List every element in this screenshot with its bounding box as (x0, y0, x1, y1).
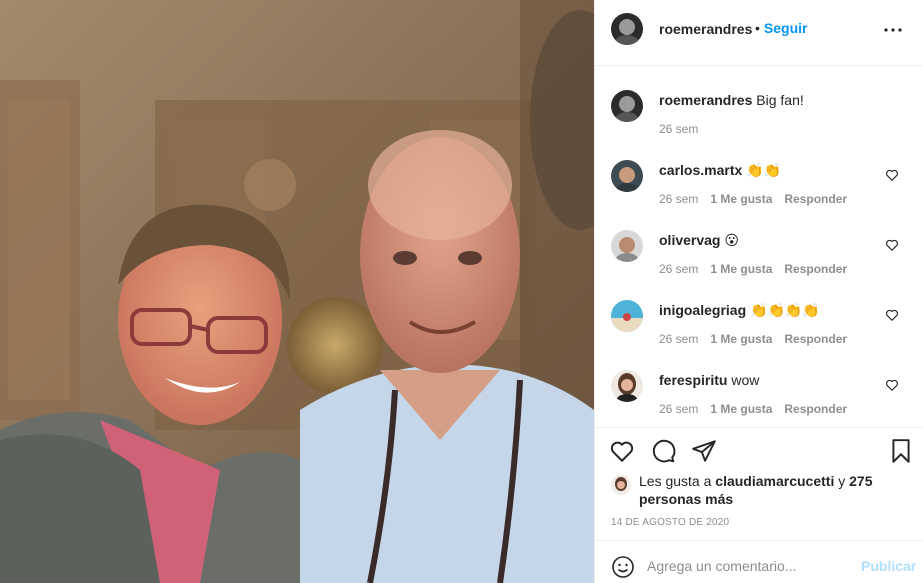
commenter-avatar[interactable] (611, 160, 643, 192)
comment-input[interactable] (647, 553, 847, 579)
comment-body: Big fan! (756, 92, 804, 108)
post-date[interactable]: 14 DE AGOSTO DE 2020 (611, 517, 729, 528)
post-header: roemerandres • Seguir (595, 0, 923, 66)
commenter-avatar[interactable] (611, 230, 643, 262)
comment-username[interactable]: carlos.martx (659, 162, 742, 178)
likes-joiner: y (838, 473, 846, 489)
share-paper-plane-icon[interactable] (691, 438, 717, 464)
comment-meta: 26 sem 1 Me gusta Responder (659, 402, 859, 416)
comment-text: olivervag 😮 (659, 232, 739, 249)
list-item: ferespiritu wow 26 sem 1 Me gusta Responde… (595, 364, 923, 427)
commenter-avatar[interactable] (611, 90, 643, 122)
list-item: carlos.martx 👏👏 26 sem 1 Me gusta Responde… (595, 154, 923, 224)
heart-icon[interactable] (885, 168, 899, 182)
list-item: roemerandres Big fan! 26 sem (595, 84, 923, 154)
separator-dot: • (755, 20, 760, 36)
comments-list[interactable]: roemerandres Big fan! 26 sem carlos.mart… (595, 66, 923, 427)
comment-meta: 26 sem 1 Me gusta Responder (659, 332, 859, 346)
post-photo-image (0, 0, 594, 583)
publish-button[interactable]: Publicar (861, 558, 916, 574)
likes-prefix: Les gusta a (639, 473, 712, 489)
liker-username[interactable]: claudiamarcucetti (715, 473, 834, 489)
comment-text: roemerandres Big fan! (659, 92, 804, 108)
reply-button[interactable]: Responder (784, 402, 847, 416)
comment-time[interactable]: 26 sem (659, 402, 698, 416)
emoji-icon[interactable] (611, 555, 635, 579)
reply-button[interactable]: Responder (784, 192, 847, 206)
post-photo[interactable] (0, 0, 594, 583)
comment-time[interactable]: 26 sem (659, 192, 698, 206)
follow-label: Seguir (763, 20, 808, 36)
comment-bubble-icon[interactable] (650, 438, 676, 464)
comment-body: wow (731, 372, 760, 388)
commenter-avatar[interactable] (611, 300, 643, 332)
author-username[interactable]: roemerandres (659, 21, 752, 37)
comment-text: carlos.martx 👏👏 (659, 162, 781, 179)
comment-username[interactable]: inigoalegriag (659, 302, 746, 318)
add-comment-bar: Publicar (595, 540, 923, 583)
like-heart-icon[interactable] (609, 438, 635, 464)
comment-username[interactable]: roemerandres (659, 92, 752, 108)
comment-meta: 26 sem (659, 122, 710, 136)
list-item: olivervag 😮 26 sem 1 Me gusta Responder (595, 224, 923, 294)
reply-button[interactable]: Responder (784, 332, 847, 346)
comment-likes[interactable]: 1 Me gusta (710, 332, 772, 346)
comment-body: 👏👏👏👏 (750, 302, 820, 318)
post-details-panel: roemerandres • Seguir roemerandres Big fa… (594, 0, 923, 583)
comment-time[interactable]: 26 sem (659, 262, 698, 276)
commenter-avatar[interactable] (611, 370, 643, 402)
comment-time[interactable]: 26 sem (659, 122, 698, 136)
comment-text: inigoalegriag 👏👏👏👏 (659, 302, 820, 319)
comment-meta: 26 sem 1 Me gusta Responder (659, 192, 859, 206)
comment-meta: 26 sem 1 Me gusta Responder (659, 262, 859, 276)
comment-username[interactable]: ferespiritu (659, 372, 727, 388)
follow-button[interactable]: • Seguir (755, 20, 807, 36)
comment-time[interactable]: 26 sem (659, 332, 698, 346)
likes-text: Les gusta a claudiamarcucetti y 275 pers… (639, 472, 899, 508)
comment-likes[interactable]: 1 Me gusta (710, 262, 772, 276)
comment-body: 😮 (724, 232, 739, 248)
heart-icon[interactable] (885, 378, 899, 392)
comment-likes[interactable]: 1 Me gusta (710, 402, 772, 416)
list-item: inigoalegriag 👏👏👏👏 26 sem 1 Me gusta Respo… (595, 294, 923, 364)
comment-username[interactable]: olivervag (659, 232, 720, 248)
bookmark-icon[interactable] (888, 438, 914, 464)
author-avatar[interactable] (611, 13, 643, 45)
comment-likes[interactable]: 1 Me gusta (710, 192, 772, 206)
liker-avatar[interactable] (611, 475, 631, 495)
reply-button[interactable]: Responder (784, 262, 847, 276)
comment-text: ferespiritu wow (659, 372, 759, 388)
heart-icon[interactable] (885, 308, 899, 322)
more-options-icon[interactable] (881, 22, 905, 38)
heart-icon[interactable] (885, 238, 899, 252)
comment-body: 👏👏 (746, 162, 782, 178)
